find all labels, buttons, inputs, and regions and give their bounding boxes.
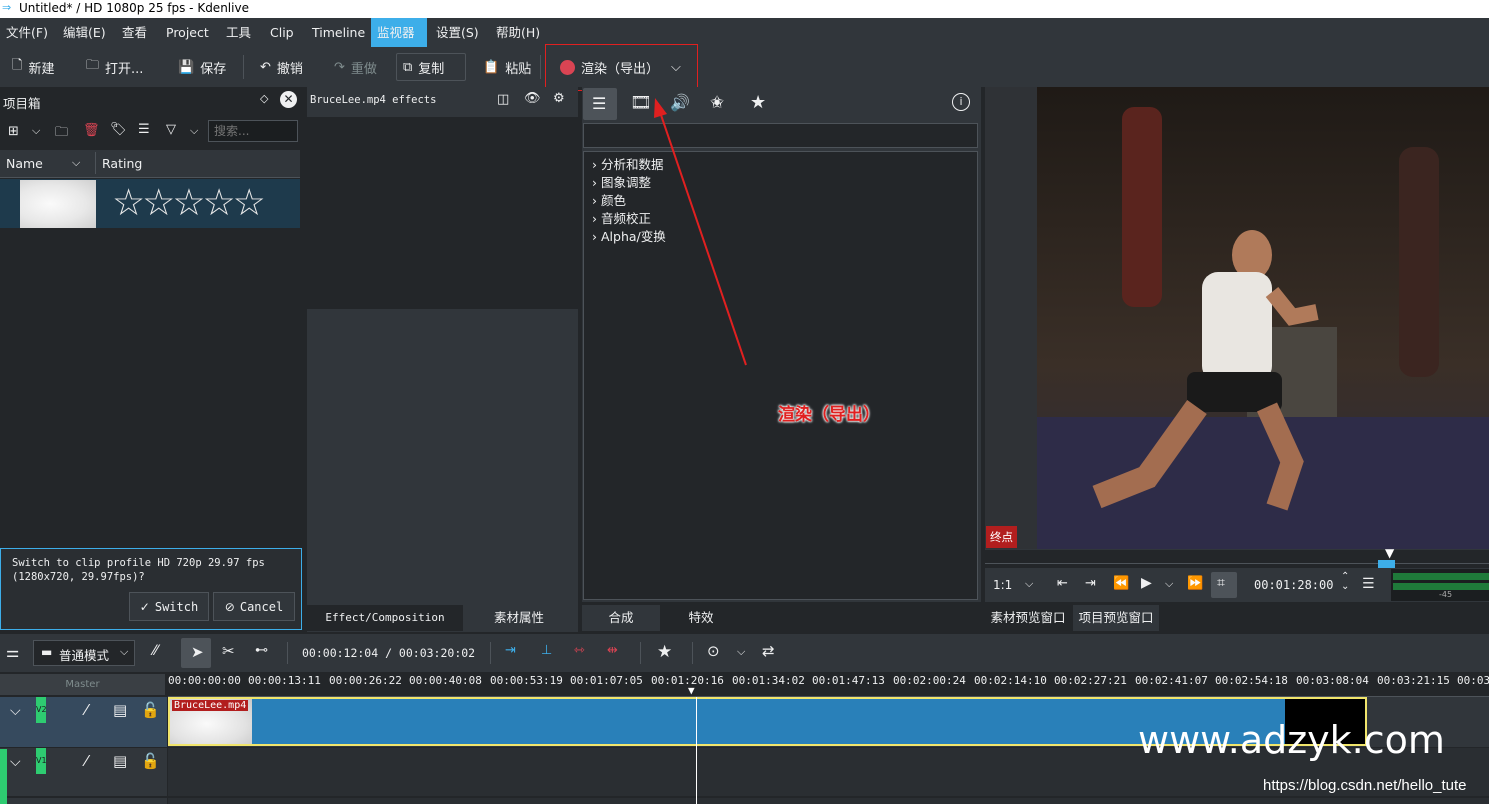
menu-icon[interactable]: ☰	[1362, 576, 1375, 592]
track-label-v2: V2	[36, 697, 47, 723]
edit-mode-select[interactable]: ▬ 普通模式 ⌵	[33, 640, 135, 666]
scissors-icon[interactable]: ✂	[222, 642, 235, 660]
ruler-tick-label: 00:00:26:22	[329, 674, 402, 687]
ruler-tick-label: 00:01:34:02	[732, 674, 805, 687]
meter-bar-left	[1393, 573, 1489, 580]
crop-icon: ⌗	[1217, 575, 1225, 591]
ruler-tick-label: 00:02:27:21	[1054, 674, 1127, 687]
timeline-position: 00:00:12:04 / 00:03:20:02	[302, 646, 476, 660]
ruler-tick-label: 00:00:00:00	[168, 674, 241, 687]
master-track-button[interactable]: Master	[0, 674, 165, 695]
ruler-tick-label: 00:00:13:11	[248, 674, 321, 687]
toolbar-separator	[640, 642, 641, 664]
zone-marker	[1378, 560, 1395, 568]
ruler-tick-label: 00:00:40:08	[409, 674, 482, 687]
lock-icon[interactable]: 🔓	[141, 752, 160, 770]
tab-clip-properties[interactable]: 素材属性	[464, 605, 574, 631]
ruler-tick-label: 00:02:00:24	[893, 674, 966, 687]
ruler-tick-label: 00:02:14:10	[974, 674, 1047, 687]
effect-wand-icon[interactable]: ⁄	[85, 752, 88, 770]
video-frame	[1037, 87, 1489, 549]
annotation-label: 渲染（导出）	[778, 405, 880, 425]
play-icon[interactable]: ▶	[1141, 575, 1152, 591]
edit-mode-label: 普通模式	[59, 648, 110, 663]
effect-wand-icon[interactable]: ⁄	[85, 701, 88, 719]
track-header-v1[interactable]: ⌵ V1 ⁄ ▤ 🔓	[0, 748, 167, 796]
track-target-indicator	[0, 749, 7, 804]
track-lane-v0	[168, 798, 1489, 804]
lift-icon[interactable]: ⇹	[607, 643, 618, 658]
chevron-down-icon[interactable]: ⌵	[1165, 577, 1173, 591]
ruler-line	[985, 563, 1489, 564]
zoom-select[interactable]: 1:1	[993, 578, 1012, 592]
timeline-ruler-row: Master 00:00:00:00 00:00:13:11 00:00:26:…	[0, 672, 1489, 697]
crop-button[interactable]: ⌗	[1211, 572, 1237, 598]
clip-name-label: BruceLee.mp4	[172, 700, 249, 711]
extract-icon[interactable]: ⇿	[574, 643, 585, 658]
ruler-tick-label: 00:01:07:05	[570, 674, 643, 687]
timeline-toolbar: ⚌ ▬ 普通模式 ⌵ ⁄⁄ ➤ ✂ ⊷ 00:00:12:04 / 00:03:…	[0, 634, 1489, 672]
collapse-chevron-icon[interactable]: ⌵	[10, 703, 21, 719]
ruler-tick-label: 00:03:08:04	[1296, 674, 1369, 687]
spacer-tool-icon[interactable]: ⊷	[255, 643, 268, 658]
tab-effects[interactable]: 特效	[662, 605, 740, 631]
timeline-ruler[interactable]: 00:00:00:00 00:00:13:11 00:00:26:22 00:0…	[168, 672, 1489, 697]
watermark-text: www.adzyk.com	[1138, 718, 1445, 762]
meter-scale-label: -45	[1439, 590, 1453, 599]
chevron-down-icon[interactable]: ⌵	[737, 645, 745, 659]
ruler-tick-label: 00:03:	[1457, 674, 1489, 687]
out-point-badge: 终点	[986, 526, 1017, 548]
preview-render-icon[interactable]: ⊙	[707, 642, 720, 660]
spin-arrows-icon[interactable]: ⌃ ⌄	[1341, 572, 1349, 592]
bottom-tab-bar: Effect/Composition Stack 素材属性 合成 特效	[307, 605, 987, 650]
razor-effect-icon[interactable]: ⁄⁄	[153, 643, 158, 659]
watermark-url: https://blog.csdn.net/hello_tute	[1263, 777, 1467, 794]
track-header-v0	[0, 798, 167, 804]
audio-meter: -45	[1391, 569, 1489, 601]
meter-bar-right	[1393, 583, 1489, 590]
chevron-down-icon: ⌵	[120, 645, 129, 658]
track-settings-icon[interactable]: ⚌	[6, 643, 19, 661]
mode-icon: ▬	[41, 645, 53, 659]
toolbar-separator	[287, 642, 288, 664]
ruler-tick-label: 00:00:53:19	[490, 674, 563, 687]
tab-compositions[interactable]: 合成	[582, 605, 660, 631]
cursor-icon: ➤	[191, 643, 204, 661]
lock-icon[interactable]: 🔓	[141, 701, 160, 719]
overwrite-icon[interactable]: ⊥	[541, 643, 552, 658]
switch-icon[interactable]: ⇄	[762, 642, 775, 660]
forward-icon[interactable]: ⏩	[1187, 576, 1203, 591]
playhead-icon[interactable]: ▼	[1385, 546, 1394, 560]
playhead-line	[696, 697, 697, 804]
film-icon[interactable]: ▤	[113, 752, 127, 770]
film-icon[interactable]: ▤	[113, 701, 127, 719]
playhead-icon[interactable]: ▼	[688, 684, 695, 697]
monitor-letterbox	[985, 87, 1037, 549]
chevron-down-icon[interactable]: ⌵	[1025, 577, 1033, 591]
toolbar-separator	[490, 642, 491, 664]
tab-clip-monitor[interactable]: 素材预览窗口	[985, 605, 1071, 631]
monitor-timecode[interactable]: 00:01:28:00	[1254, 578, 1333, 592]
ruler-tick-label: 00:02:54:18	[1215, 674, 1288, 687]
ruler-tick-label: 00:03:21:15	[1377, 674, 1450, 687]
selection-tool-button[interactable]: ➤	[181, 638, 211, 668]
monitor-panel: 终点 ▼ 1:1 ⌵ ⇤ ⇥ ⏪ ▶ ⌵ ⏩ ⌗ 00:01:28:00 ⌃ ⌄ …	[985, 87, 1489, 602]
set-out-icon[interactable]: ⇥	[1085, 576, 1096, 591]
monitor-tab-bar: 素材预览窗口 项目预览窗口	[985, 605, 1165, 631]
toolbar-separator	[692, 642, 693, 664]
ruler-tick-label: 00:01:47:13	[812, 674, 885, 687]
insert-icon[interactable]: ⇥	[505, 643, 516, 658]
set-in-icon[interactable]: ⇤	[1057, 576, 1068, 591]
favorite-star-icon[interactable]: ★	[657, 642, 672, 662]
tab-project-monitor[interactable]: 项目预览窗口	[1073, 605, 1159, 631]
track-label-v1: V1	[36, 748, 47, 774]
track-header-v2[interactable]: ⌵ V2 ⁄ ▤ 🔓	[0, 697, 167, 747]
tab-effect-stack[interactable]: Effect/Composition Stack	[307, 605, 463, 650]
rewind-icon[interactable]: ⏪	[1113, 576, 1129, 591]
monitor-ruler[interactable]: ▼	[985, 546, 1489, 568]
ruler-tick-label: 00:02:41:07	[1135, 674, 1208, 687]
collapse-chevron-icon[interactable]: ⌵	[10, 754, 21, 770]
